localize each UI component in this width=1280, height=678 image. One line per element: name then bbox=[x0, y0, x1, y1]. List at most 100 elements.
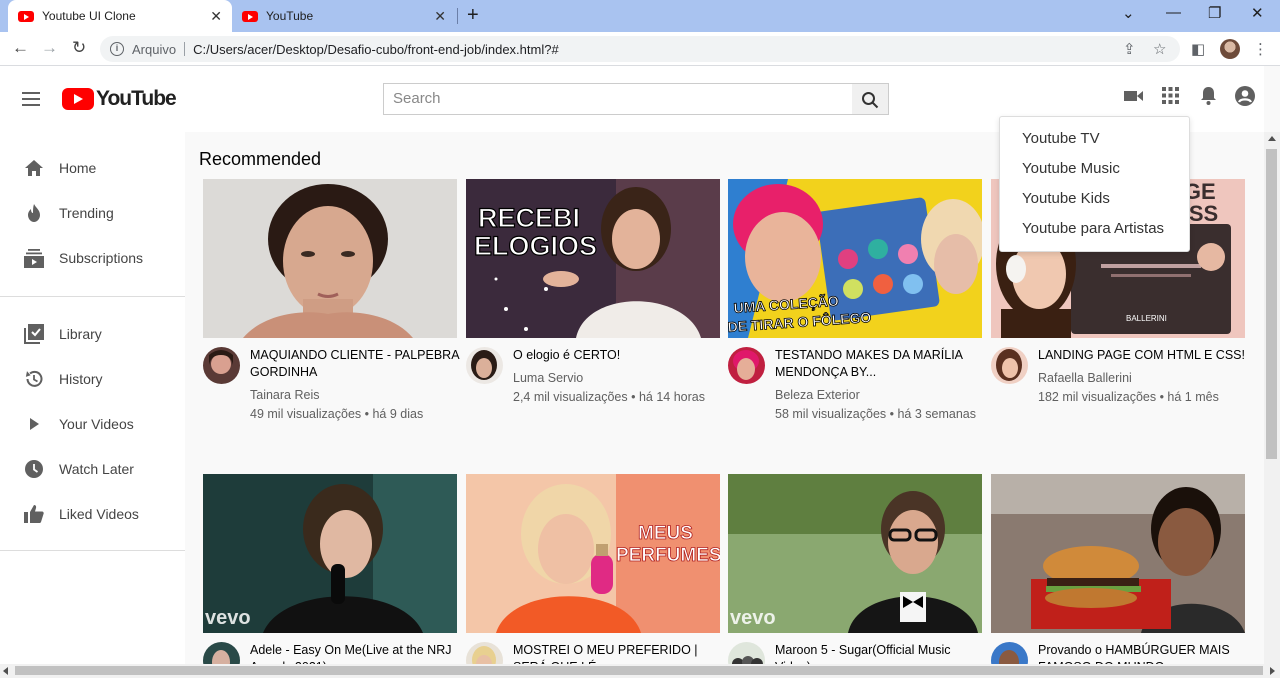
close-tab-icon[interactable]: ✕ bbox=[210, 8, 222, 25]
video-stats: 49 mil visualizações • há 9 dias bbox=[250, 407, 424, 421]
search-input[interactable]: Search bbox=[383, 83, 853, 115]
address-bar[interactable]: i Arquivo C:/Users/acer/Desktop/Desafio-… bbox=[100, 36, 1180, 62]
channel-name[interactable]: Tainara Reis bbox=[250, 386, 460, 406]
video-thumbnail[interactable]: vevo bbox=[728, 474, 982, 633]
video-thumbnail[interactable]: MEUS PERFUMES bbox=[466, 474, 720, 633]
sidebar-item-subscriptions[interactable]: Subscriptions bbox=[0, 238, 185, 278]
sidebar-item-liked-videos[interactable]: Liked Videos bbox=[0, 494, 185, 534]
menu-item-youtube-tv[interactable]: Youtube TV bbox=[1022, 130, 1100, 147]
sidebar-item-history[interactable]: History bbox=[0, 359, 185, 399]
sidebar-item-label: Home bbox=[59, 160, 97, 176]
sidebar-item-home[interactable]: Home bbox=[0, 148, 185, 188]
video-title[interactable]: O elogio é CERTO! bbox=[513, 347, 723, 364]
video-title[interactable]: Maroon 5 - Sugar(Official Music Video) bbox=[775, 642, 985, 664]
video-card[interactable]: MAQUIANDO CLIENTE - PALPEBRA GORDINHA Ta… bbox=[203, 179, 460, 449]
channel-avatar[interactable] bbox=[466, 642, 503, 664]
side-panel-icon[interactable]: ◧ bbox=[1191, 40, 1205, 58]
video-title[interactable]: MAQUIANDO CLIENTE - PALPEBRA GORDINHA bbox=[250, 347, 460, 381]
tab-search-icon[interactable]: ⌄ bbox=[1122, 4, 1135, 22]
hamburger-menu-icon[interactable] bbox=[22, 92, 40, 106]
minimize-button[interactable]: — bbox=[1166, 4, 1181, 21]
browser-tab-bar: Youtube UI Clone ✕ YouTube ✕ + ⌄ — ❐ ✕ bbox=[0, 0, 1280, 32]
menu-item-youtube-para-artistas[interactable]: Youtube para Artistas bbox=[1022, 220, 1164, 237]
tab-youtube-ui-clone[interactable]: Youtube UI Clone ✕ bbox=[8, 0, 232, 32]
close-tab-icon[interactable]: ✕ bbox=[434, 8, 446, 25]
channel-name[interactable]: Beleza Exterior bbox=[775, 386, 985, 406]
video-thumbnail[interactable]: UMA COLEÇÃO DE TIRAR O FÔLEGO bbox=[728, 179, 982, 338]
back-arrow-icon[interactable]: ← bbox=[12, 38, 29, 58]
video-thumbnail[interactable] bbox=[991, 474, 1245, 633]
video-thumbnail[interactable] bbox=[203, 179, 457, 338]
menu-item-youtube-music[interactable]: Youtube Music bbox=[1022, 160, 1120, 177]
video-card[interactable]: RECEBI ELOGIOS O elogio é CERTO! Luma Se… bbox=[466, 179, 720, 449]
horizontal-scroll-thumb[interactable] bbox=[15, 666, 1263, 675]
sidebar-item-label: Watch Later bbox=[59, 461, 134, 477]
bell-icon[interactable] bbox=[1200, 86, 1217, 106]
channel-avatar[interactable] bbox=[728, 347, 765, 384]
sidebar-item-your-videos[interactable]: Your Videos bbox=[0, 404, 185, 444]
channel-avatar[interactable] bbox=[991, 347, 1028, 384]
video-stats: 182 mil visualizações • há 1 mês bbox=[1038, 390, 1219, 404]
video-title[interactable]: MOSTREI O MEU PREFERIDO | SERÁ QUE LÉ... bbox=[513, 642, 723, 664]
video-card[interactable]: vevo Adele - Easy On Me(Live at the NRJ … bbox=[203, 474, 457, 664]
video-thumbnail[interactable]: RECEBI ELOGIOS bbox=[466, 179, 720, 338]
restore-button[interactable]: ❐ bbox=[1208, 4, 1221, 22]
vertical-scrollbar[interactable] bbox=[1264, 132, 1280, 666]
video-title[interactable]: Adele - Easy On Me(Live at the NRJ Award… bbox=[250, 642, 460, 664]
sidebar-item-watch-later[interactable]: Watch Later bbox=[0, 449, 185, 489]
video-stats: 2,4 mil visualizações • há 14 horas bbox=[513, 390, 705, 404]
scroll-up-arrow-icon[interactable] bbox=[1268, 136, 1276, 141]
channel-avatar[interactable] bbox=[203, 642, 240, 664]
browser-profile-avatar[interactable] bbox=[1220, 39, 1240, 59]
url-text[interactable]: C:/Users/acer/Desktop/Desafio-cubo/front… bbox=[193, 42, 559, 57]
account-icon[interactable] bbox=[1235, 86, 1255, 106]
vertical-scroll-thumb[interactable] bbox=[1266, 149, 1277, 459]
channel-name[interactable]: Luma Servio bbox=[513, 369, 723, 389]
svg-text:RECEBI: RECEBI bbox=[478, 203, 580, 233]
video-title[interactable]: TESTANDO MAKES DA MARÍLIA MENDONÇA BY... bbox=[775, 347, 985, 381]
search-button[interactable] bbox=[852, 83, 889, 115]
history-icon bbox=[25, 370, 43, 387]
channel-avatar[interactable] bbox=[728, 642, 765, 664]
sidebar-item-library[interactable]: Library bbox=[0, 314, 185, 354]
thumbs-up-icon bbox=[24, 505, 44, 523]
reload-icon[interactable]: ↻ bbox=[72, 38, 86, 58]
share-icon[interactable]: ⇪ bbox=[1123, 40, 1136, 58]
video-card[interactable]: MEUS PERFUMES MOSTREI O MEU PREFERIDO | … bbox=[466, 474, 720, 664]
apps-grid-icon[interactable] bbox=[1162, 87, 1179, 104]
channel-avatar[interactable] bbox=[203, 347, 240, 384]
thumbnail-image: UMA COLEÇÃO DE TIRAR O FÔLEGO bbox=[728, 179, 982, 338]
menu-item-youtube-kids[interactable]: Youtube Kids bbox=[1022, 190, 1110, 207]
fire-icon bbox=[28, 204, 40, 222]
scroll-right-arrow-icon[interactable] bbox=[1270, 667, 1275, 675]
scroll-left-arrow-icon[interactable] bbox=[3, 667, 8, 675]
new-tab-button[interactable]: + bbox=[467, 4, 479, 27]
sidebar-item-trending[interactable]: Trending bbox=[0, 193, 185, 233]
video-thumbnail[interactable]: vevo bbox=[203, 474, 457, 633]
browser-menu-icon[interactable]: ⋮ bbox=[1253, 40, 1268, 58]
sidebar-item-label: Subscriptions bbox=[59, 250, 144, 266]
home-icon bbox=[25, 160, 43, 176]
youtube-logo[interactable]: YouTube bbox=[62, 87, 177, 111]
video-camera-icon[interactable] bbox=[1124, 88, 1144, 104]
library-icon bbox=[24, 324, 44, 344]
video-card[interactable]: vevo Maroon 5 - Sugar(Official Music Vid… bbox=[728, 474, 982, 664]
bookmark-star-icon[interactable]: ☆ bbox=[1153, 40, 1166, 58]
horizontal-scrollbar[interactable] bbox=[0, 664, 1280, 678]
info-icon[interactable]: i bbox=[110, 42, 124, 56]
sidebar-item-label: Your Videos bbox=[59, 416, 134, 432]
close-window-button[interactable]: ✕ bbox=[1251, 4, 1264, 22]
channel-avatar[interactable] bbox=[466, 347, 503, 384]
channel-name[interactable]: Rafaella Ballerini bbox=[1038, 369, 1248, 389]
tab-youtube[interactable]: YouTube ✕ bbox=[232, 0, 456, 32]
address-separator bbox=[184, 42, 186, 56]
browser-toolbar: ← → ↻ i Arquivo C:/Users/acer/Desktop/De… bbox=[0, 32, 1280, 66]
video-title[interactable]: Provando o HAMBÚRGUER MAIS FAMOSO DO MUN… bbox=[1038, 642, 1248, 664]
video-title[interactable]: LANDING PAGE COM HTML E CSS! bbox=[1038, 347, 1248, 364]
channel-avatar[interactable] bbox=[991, 642, 1028, 664]
tab-title: YouTube bbox=[266, 9, 314, 23]
video-card[interactable]: Provando o HAMBÚRGUER MAIS FAMOSO DO MUN… bbox=[991, 474, 1245, 664]
forward-arrow-icon[interactable]: → bbox=[41, 38, 58, 58]
video-card[interactable]: UMA COLEÇÃO DE TIRAR O FÔLEGO TESTANDO M… bbox=[728, 179, 982, 449]
svg-text:vevo: vevo bbox=[730, 607, 776, 629]
